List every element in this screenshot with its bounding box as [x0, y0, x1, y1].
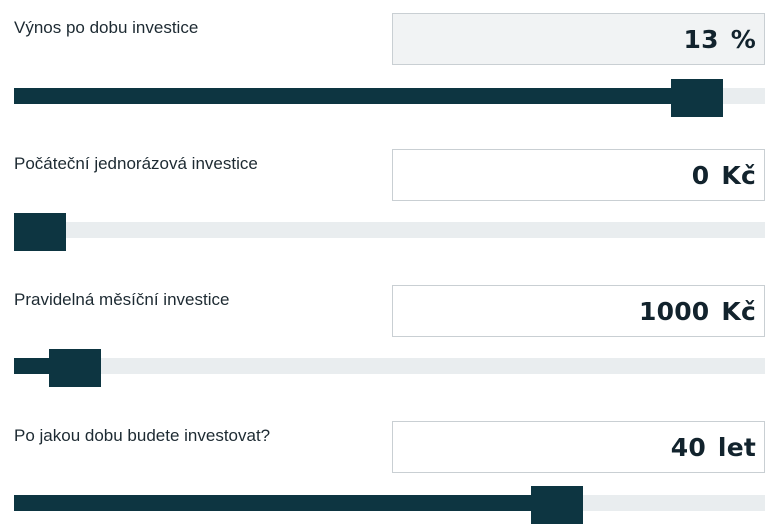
yield-field[interactable]: 13 % [392, 13, 765, 65]
monthly-investment-value: 1000 [639, 296, 710, 326]
yield-value: 13 [683, 24, 719, 54]
monthly-investment-unit: Kč [721, 296, 756, 326]
initial-investment-field[interactable]: 0 Kč [392, 149, 765, 201]
initial-investment-slider-track[interactable] [14, 222, 765, 238]
yield-slider-handle[interactable] [671, 79, 723, 117]
monthly-investment-field[interactable]: 1000 Kč [392, 285, 765, 337]
duration-value: 40 [670, 432, 706, 462]
duration-field[interactable]: 40 let [392, 421, 765, 473]
duration-slider-track[interactable] [14, 495, 765, 511]
duration-slider-fill [14, 495, 557, 511]
yield-unit: % [730, 24, 756, 54]
monthly-investment-slider-handle[interactable] [49, 349, 101, 387]
initial-investment-slider-handle[interactable] [14, 213, 66, 251]
yield-slider-fill [14, 88, 697, 104]
initial-investment-value: 0 [691, 160, 710, 190]
duration-label: Po jakou dobu budete investovat? [14, 426, 271, 445]
monthly-investment-slider-track[interactable] [14, 358, 765, 374]
initial-investment-unit: Kč [721, 160, 756, 190]
yield-label: Výnos po dobu investice [14, 18, 199, 37]
duration-unit: let [717, 432, 756, 462]
monthly-investment-label: Pravidelná měsíční investice [14, 290, 230, 309]
initial-investment-label: Počáteční jednorázová investice [14, 154, 258, 173]
duration-slider-handle[interactable] [531, 486, 583, 524]
yield-slider-track[interactable] [14, 88, 765, 104]
